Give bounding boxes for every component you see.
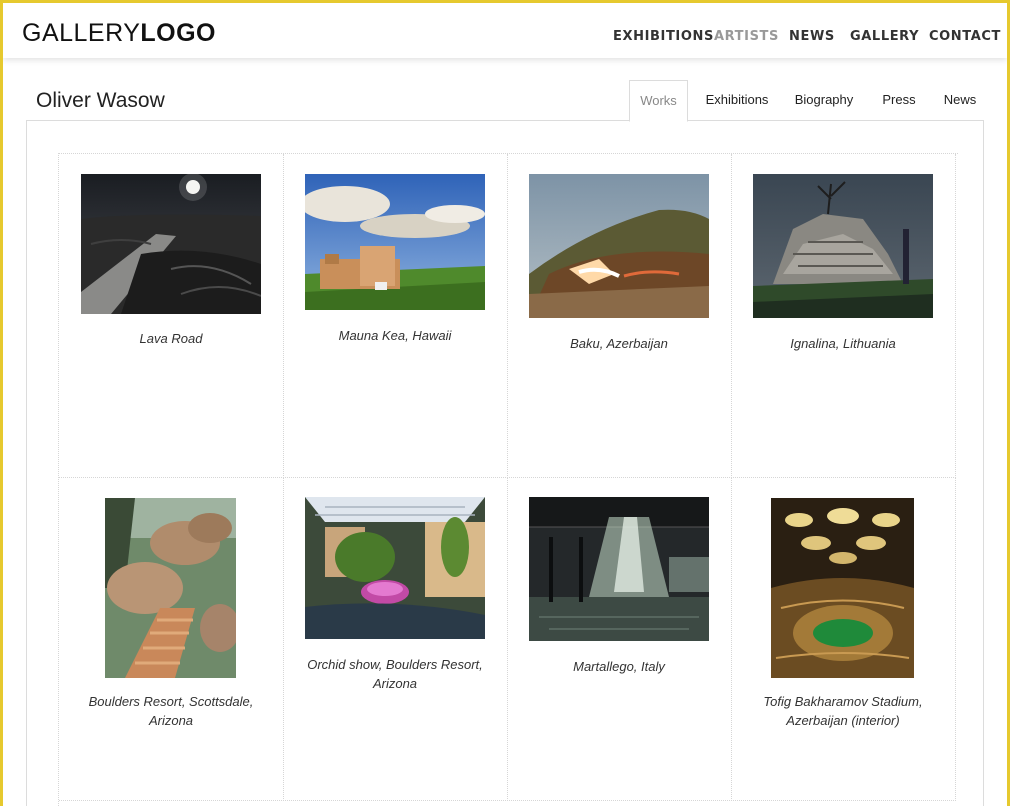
browser-viewport: GALLERYLOGO EXHIBITIONS ARTISTS NEWS GAL… bbox=[3, 3, 1007, 806]
tab-exhibitions[interactable]: Exhibitions bbox=[699, 80, 775, 120]
nav-gallery[interactable]: GALLERY bbox=[850, 29, 919, 44]
site-header: GALLERYLOGO EXHIBITIONS ARTISTS NEWS GAL… bbox=[3, 3, 1007, 58]
stadium-photo[interactable] bbox=[771, 498, 914, 678]
ignalina-photo[interactable] bbox=[753, 174, 933, 318]
nav-exhibitions[interactable]: EXHIBITIONS bbox=[613, 29, 714, 44]
works-grid: Lava Road Mauna Kea, Hawaii Baku, Azerba… bbox=[58, 153, 958, 806]
work-card[interactable]: Ignalina, Lithuania bbox=[731, 154, 956, 478]
tab-works[interactable]: Works bbox=[629, 80, 688, 122]
work-card[interactable]: Martallego, Italy bbox=[507, 477, 732, 801]
work-title[interactable]: Orchid show, Boulders Resort, Arizona bbox=[293, 655, 497, 693]
nav-contact[interactable]: CONTACT bbox=[929, 29, 1001, 44]
mauna-kea-photo[interactable] bbox=[305, 174, 485, 310]
work-title[interactable]: Mauna Kea, Hawaii bbox=[293, 326, 497, 345]
work-title[interactable]: Ignalina, Lithuania bbox=[741, 334, 945, 353]
work-title[interactable]: Baku, Azerbaijan bbox=[517, 334, 721, 353]
baku-photo[interactable] bbox=[529, 174, 709, 318]
logo-light-text: GALLERY bbox=[22, 19, 141, 47]
site-logo[interactable]: GALLERYLOGO bbox=[22, 19, 216, 48]
work-title[interactable]: Martallego, Italy bbox=[517, 657, 721, 676]
boulders-resort-photo[interactable] bbox=[105, 498, 236, 678]
work-card[interactable]: Boulders Resort, Scottsdale, Arizona bbox=[59, 477, 284, 801]
work-title[interactable]: Boulders Resort, Scottsdale, Arizona bbox=[69, 692, 273, 730]
work-title[interactable]: Lava Road bbox=[69, 329, 273, 348]
lava-road-photo[interactable] bbox=[81, 174, 261, 314]
work-card[interactable]: Tofig Bakharamov Stadium, Azerbaijan (in… bbox=[731, 477, 956, 801]
tab-news[interactable]: News bbox=[937, 80, 983, 120]
works-panel: Lava Road Mauna Kea, Hawaii Baku, Azerba… bbox=[26, 120, 984, 806]
tab-press[interactable]: Press bbox=[875, 80, 923, 120]
orchid-show-photo[interactable] bbox=[305, 497, 485, 639]
nav-artists[interactable]: ARTISTS bbox=[714, 29, 779, 44]
work-card[interactable]: Lava Road bbox=[59, 154, 284, 478]
logo-bold-text: LOGO bbox=[140, 19, 216, 47]
work-card[interactable]: Mauna Kea, Hawaii bbox=[283, 154, 508, 478]
work-card[interactable]: Orchid show, Boulders Resort, Arizona bbox=[283, 477, 508, 801]
artist-tabs: Works Exhibitions Biography Press News bbox=[3, 80, 1007, 122]
work-title[interactable]: Tofig Bakharamov Stadium, Azerbaijan (in… bbox=[741, 692, 945, 730]
nav-news[interactable]: NEWS bbox=[789, 29, 835, 44]
tab-biography[interactable]: Biography bbox=[789, 80, 859, 120]
work-card[interactable]: Baku, Azerbaijan bbox=[507, 154, 732, 478]
martallego-photo[interactable] bbox=[529, 497, 709, 641]
